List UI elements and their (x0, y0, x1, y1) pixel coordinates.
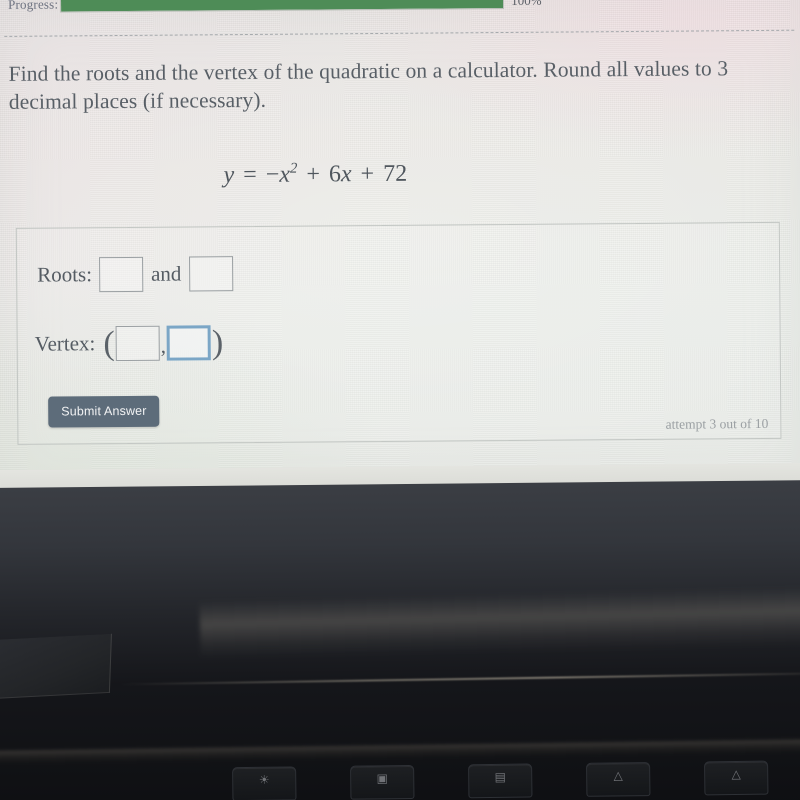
equation-term2-coefficient: 6 (328, 161, 342, 188)
progress-track (60, 0, 505, 12)
roots-joiner: and (150, 261, 182, 286)
answer-panel: Roots: and Vertex: ( , ) Submit Answer a… (15, 221, 782, 445)
equation-lhs: y (223, 162, 235, 189)
vertex-close-paren: ) (211, 323, 224, 361)
equation-term1-sign: − (265, 161, 280, 188)
equation-term2-var: x (340, 161, 352, 188)
vertex-input-x[interactable] (115, 325, 160, 362)
web-page-content: Progress: 100% Find the roots and the ve… (0, 0, 800, 497)
question-text: Find the roots and the vertex of the qua… (8, 56, 729, 115)
equation-term1-var: x (279, 161, 291, 188)
laptop-screen: Progress: 100% Find the roots and the ve… (0, 0, 800, 497)
photo-of-laptop-screen: Progress: 100% Find the roots and the ve… (0, 0, 800, 800)
progress-percent-text: 100% (511, 0, 542, 8)
equation-op2: + (360, 161, 375, 188)
vertex-label: Vertex: (34, 331, 96, 356)
laptop-port-panel (0, 633, 112, 700)
fkey-volume-down-glyph: △ (613, 768, 623, 783)
fkey-volume-up[interactable]: △ (704, 760, 769, 796)
laptop-body (0, 480, 800, 800)
equation-op1: + (306, 161, 321, 188)
roots-row: Roots: and (37, 256, 234, 293)
fkey-volume-up-glyph: △ (731, 766, 741, 782)
fkey-project-screen[interactable]: ▤ (468, 763, 533, 799)
equation-equals: = (243, 161, 257, 189)
vertex-comma: , (160, 333, 167, 358)
vertex-open-paren: ( (103, 324, 115, 362)
quadratic-equation: y = −x2 + 6x + 72 (0, 158, 635, 191)
attempt-counter: attempt 3 out of 10 (665, 415, 769, 432)
progress-label: Progress: (7, 0, 59, 12)
fkey-brightness-down-glyph: ☀ (258, 772, 270, 787)
equation-term3-constant: 72 (383, 160, 408, 187)
progress-bar-row: Progress: 100% (8, 0, 588, 15)
roots-input-2[interactable] (189, 256, 234, 292)
fkey-brightness-down[interactable]: ☀ (232, 766, 297, 800)
vertex-row: Vertex: ( , ) (34, 323, 225, 362)
fkey-project-screen-glyph: ▤ (494, 769, 506, 784)
progress-fill (61, 0, 504, 11)
roots-label: Roots: (37, 262, 93, 287)
fkey-display-toggle[interactable]: ▣ (350, 764, 415, 800)
submit-answer-button[interactable]: Submit Answer (48, 395, 160, 428)
vertex-input-y[interactable] (166, 325, 212, 361)
fkey-display-toggle-glyph: ▣ (376, 771, 388, 786)
equation-term1-exponent: 2 (289, 160, 298, 177)
fkey-volume-down[interactable]: △ (586, 762, 651, 797)
roots-input-1[interactable] (98, 256, 144, 293)
section-divider (4, 29, 795, 37)
